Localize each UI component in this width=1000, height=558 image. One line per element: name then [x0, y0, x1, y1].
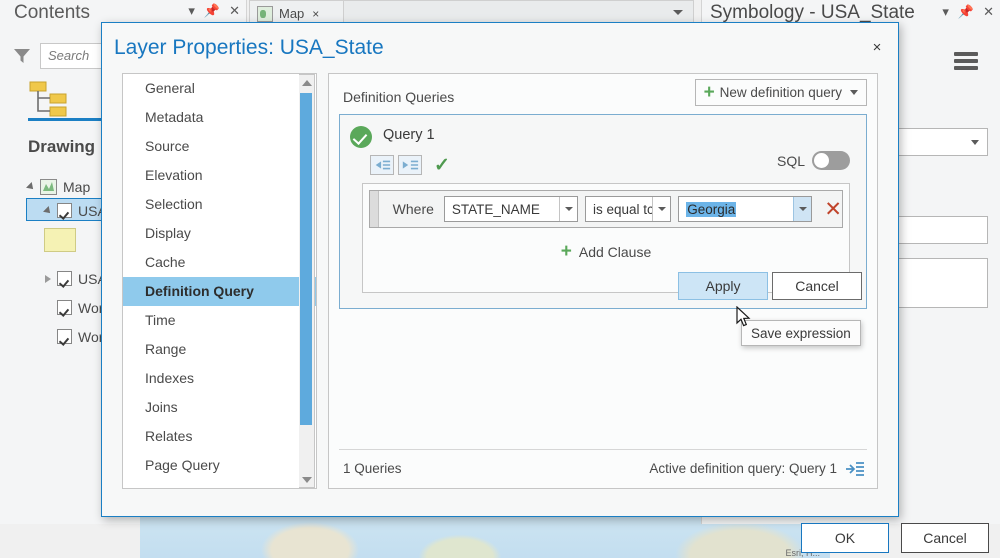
- drag-handle[interactable]: [370, 191, 379, 227]
- tooltip-text: Save expression: [751, 325, 851, 341]
- sidebar-item-elevation[interactable]: Elevation: [123, 161, 316, 190]
- tooltip: Save expression: [741, 320, 861, 346]
- operator-value: is equal tc: [593, 201, 654, 217]
- list-by-drawing-order-icon[interactable]: [28, 80, 100, 118]
- scrollbar-thumb[interactable]: [300, 93, 312, 425]
- indent-icon: [402, 160, 419, 170]
- value-text: Georgia: [679, 201, 737, 217]
- chevron-down-icon[interactable]: [793, 197, 812, 221]
- map-icon: [40, 178, 57, 195]
- chevron-down-icon[interactable]: ▾: [188, 4, 195, 17]
- value-selected-text: Georgia: [686, 201, 737, 217]
- scroll-down-arrow-icon[interactable]: [299, 472, 314, 487]
- sidebar-item-definition-query[interactable]: Definition Query: [123, 277, 316, 306]
- dialog-cancel-button[interactable]: Cancel: [901, 523, 989, 553]
- new-definition-query-button[interactable]: + New definition query: [694, 79, 867, 106]
- sidebar-item-source[interactable]: Source: [123, 132, 316, 161]
- layer-visibility-checkbox[interactable]: [57, 271, 72, 286]
- toc-item-map[interactable]: Map: [26, 175, 91, 198]
- mouse-cursor: [736, 306, 751, 327]
- definition-queries-panel: Definition Queries + New definition quer…: [328, 73, 878, 489]
- expander-icon[interactable]: [26, 181, 36, 192]
- outdent-icon: [375, 160, 391, 170]
- chevron-down-icon[interactable]: [850, 90, 858, 95]
- pin-icon[interactable]: 📌: [958, 4, 974, 20]
- value-combobox[interactable]: Georgia: [678, 196, 813, 222]
- footer-divider: [339, 449, 867, 450]
- sidebar-item-relates[interactable]: Relates: [123, 422, 316, 451]
- plus-icon: +: [560, 241, 572, 262]
- query-name[interactable]: Query 1: [383, 127, 435, 143]
- query-count-label: 1 Queries: [343, 461, 402, 476]
- tab-map-label: Map: [279, 6, 305, 21]
- contents-pane-header-icons: ▾ 📌 ✕: [188, 4, 240, 17]
- indent-button[interactable]: [398, 155, 422, 175]
- contents-pane-title: Contents: [14, 2, 91, 23]
- hamburger-menu-icon[interactable]: [954, 52, 978, 70]
- dialog-sidebar: General Metadata Source Elevation Select…: [122, 73, 317, 489]
- query-card: Query 1 ✓ SQL Where STATE_NAME is equal …: [339, 114, 867, 309]
- add-clause-label: Add Clause: [578, 243, 652, 260]
- expander-icon[interactable]: [45, 274, 51, 283]
- outdent-button[interactable]: [370, 155, 394, 175]
- map-icon: [257, 5, 273, 22]
- layer-visibility-checkbox[interactable]: [57, 329, 72, 344]
- sql-label: SQL: [776, 152, 805, 169]
- search-placeholder: Search: [48, 48, 90, 63]
- active-query-icon[interactable]: [845, 460, 865, 478]
- apply-button[interactable]: Apply: [678, 272, 768, 300]
- chevron-down-icon[interactable]: [673, 10, 683, 15]
- expander-icon[interactable]: [43, 205, 53, 216]
- sidebar-item-joins[interactable]: Joins: [123, 393, 316, 422]
- sidebar-item-page-query[interactable]: Page Query: [123, 451, 316, 480]
- scroll-up-arrow-icon[interactable]: [299, 75, 314, 90]
- chevron-down-icon[interactable]: ▾: [942, 4, 949, 20]
- close-icon[interactable]: ✕: [983, 4, 994, 20]
- field-value: STATE_NAME: [451, 201, 540, 217]
- new-definition-query-label: New definition query: [719, 85, 842, 100]
- sidebar-item-indexes[interactable]: Indexes: [123, 364, 316, 393]
- field-combobox[interactable]: STATE_NAME: [443, 196, 579, 222]
- close-icon[interactable]: ×: [866, 37, 888, 59]
- ok-button[interactable]: OK: [801, 523, 889, 553]
- where-label: Where: [392, 201, 434, 217]
- sql-toggle-group: SQL: [777, 151, 850, 170]
- sql-toggle[interactable]: [812, 151, 850, 170]
- chevron-down-icon[interactable]: [559, 197, 578, 221]
- sidebar-item-time[interactable]: Time: [123, 306, 316, 335]
- close-icon[interactable]: ×: [312, 7, 319, 21]
- drawing-section-label: Drawing: [28, 137, 96, 156]
- clause-row: Where STATE_NAME is equal tc Georgia ✕: [369, 190, 843, 228]
- query-cancel-button[interactable]: Cancel: [772, 272, 862, 300]
- layer-visibility-checkbox[interactable]: [57, 203, 72, 218]
- toc-item-label: Map: [63, 178, 91, 195]
- layer-properties-dialog: Layer Properties: USA_State × General Me…: [101, 22, 989, 553]
- dialog-divider: [122, 501, 878, 502]
- layer-visibility-checkbox[interactable]: [57, 300, 72, 315]
- query-valid-check-icon: [350, 126, 372, 148]
- plus-icon: +: [703, 82, 715, 103]
- dialog-title: Layer Properties: USA_State: [114, 36, 384, 59]
- active-query-label: Active definition query: Query 1: [649, 461, 837, 476]
- close-icon[interactable]: ✕: [229, 4, 240, 17]
- panel-heading: Definition Queries: [343, 89, 455, 105]
- operator-combobox[interactable]: is equal tc: [585, 196, 672, 222]
- filter-funnel-icon[interactable]: [12, 46, 32, 66]
- sidebar-item-general[interactable]: General: [123, 74, 316, 103]
- validate-check-icon[interactable]: ✓: [434, 154, 450, 177]
- sidebar-item-metadata[interactable]: Metadata: [123, 103, 316, 132]
- symbology-pane-header-icons: ▾ 📌 ✕: [942, 4, 994, 20]
- layer-symbol-swatch[interactable]: [44, 228, 76, 252]
- pin-icon[interactable]: 📌: [204, 4, 220, 17]
- delete-clause-icon[interactable]: ✕: [824, 199, 842, 220]
- chevron-down-icon[interactable]: [652, 197, 671, 221]
- sidebar-item-selection[interactable]: Selection: [123, 190, 316, 219]
- sidebar-item-range[interactable]: Range: [123, 335, 316, 364]
- chevron-down-icon: [971, 140, 979, 145]
- symbology-pane-title: Symbology - USA_State: [710, 2, 915, 23]
- add-clause-button[interactable]: + Add Clause: [363, 242, 849, 261]
- sidebar-item-display[interactable]: Display: [123, 219, 316, 248]
- sidebar-scrollbar[interactable]: [299, 74, 315, 488]
- sidebar-item-cache[interactable]: Cache: [123, 248, 316, 277]
